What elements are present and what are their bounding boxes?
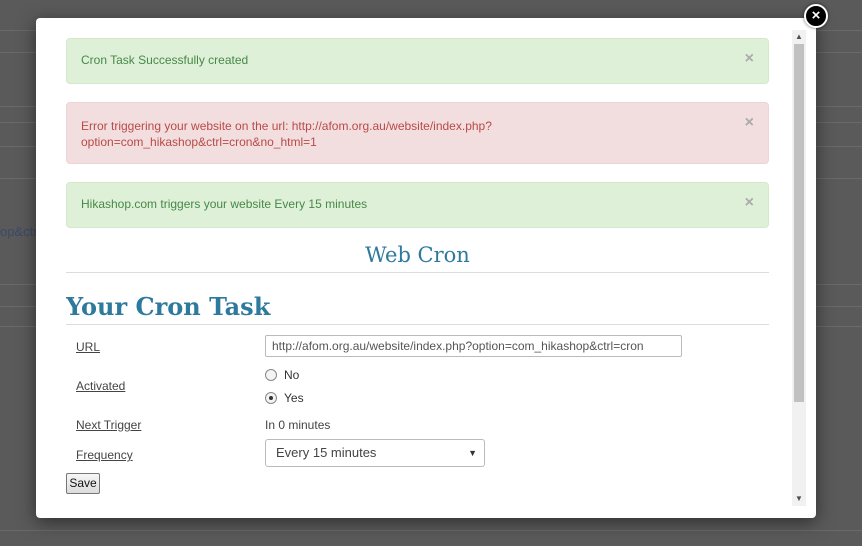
divider — [66, 272, 769, 273]
alert-success-created: Cron Task Successfully created × — [66, 38, 769, 84]
save-button[interactable]: Save — [66, 473, 100, 494]
radio-no[interactable] — [265, 369, 277, 381]
radio-yes[interactable] — [265, 392, 277, 404]
dismiss-alert-button[interactable]: × — [745, 115, 754, 131]
scroll-up-icon[interactable]: ▲ — [792, 30, 806, 44]
activated-label[interactable]: Activated — [76, 379, 125, 393]
frequency-selected-value: Every 15 minutes — [276, 445, 377, 460]
alert-success-trigger-frequency: Hikashop.com triggers your website Every… — [66, 182, 769, 228]
frequency-select[interactable]: Every 15 minutes ▼ — [265, 439, 485, 467]
alert-message: Hikashop.com triggers your website Every… — [81, 197, 368, 211]
scroll-down-icon[interactable]: ▼ — [792, 492, 806, 506]
cron-modal: Cron Task Successfully created × Error t… — [36, 18, 816, 518]
next-trigger-label[interactable]: Next Trigger — [76, 418, 141, 432]
alert-message-line2: option=com_hikashop&ctrl=cron&no_html=1 — [81, 135, 317, 149]
alert-message: Cron Task Successfully created — [81, 53, 249, 67]
frequency-label[interactable]: Frequency — [76, 448, 133, 462]
alert-error-trigger: Error triggering your website on the url… — [66, 102, 769, 164]
next-trigger-value: In 0 minutes — [265, 418, 331, 432]
scroll-thumb[interactable] — [794, 44, 804, 402]
dismiss-alert-button[interactable]: × — [745, 51, 754, 67]
dismiss-alert-button[interactable]: × — [745, 195, 754, 211]
close-icon: × — [811, 7, 821, 24]
activated-option-no[interactable]: No — [265, 368, 299, 382]
modal-content: Cron Task Successfully created × Error t… — [66, 38, 769, 514]
chevron-down-icon: ▼ — [468, 448, 477, 458]
url-label[interactable]: URL — [76, 340, 100, 354]
background-divider — [0, 530, 862, 531]
cron-task-heading: Your Cron Task — [66, 292, 271, 321]
url-input[interactable]: http://afom.org.au/website/index.php?opt… — [265, 335, 682, 357]
modal-scrollbar[interactable]: ▲ ▼ — [792, 30, 806, 506]
alert-message-line1: Error triggering your website on the url… — [81, 119, 492, 133]
radio-no-label: No — [284, 368, 300, 382]
divider — [66, 324, 769, 325]
web-cron-heading: Web Cron — [365, 243, 470, 267]
background-text: op&ctr — [0, 224, 38, 239]
activated-option-yes[interactable]: Yes — [265, 391, 304, 405]
radio-yes-label: Yes — [284, 391, 304, 405]
close-modal-button[interactable]: × — [804, 4, 828, 28]
